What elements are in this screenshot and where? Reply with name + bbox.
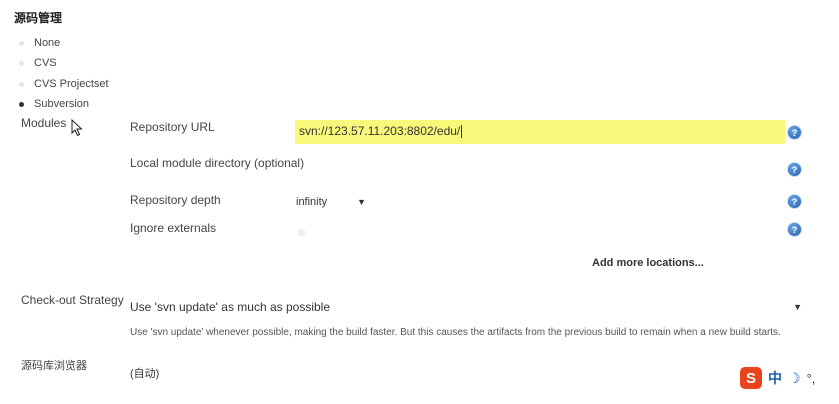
ime-punctuation-icon[interactable]: °, [807, 371, 816, 386]
repository-browser-select[interactable]: (自动) [130, 365, 159, 381]
mouse-cursor-icon [71, 118, 83, 140]
ime-language-toggle[interactable]: 中 [768, 368, 782, 388]
radio-cvs[interactable] [19, 60, 24, 66]
repository-depth-select[interactable]: infinity ▼ [296, 194, 366, 210]
ignore-externals-label: Ignore externals [130, 221, 217, 235]
local-module-directory-label: Local module directory (optional) [130, 156, 305, 170]
section-title: 源码管理 [14, 11, 63, 25]
ime-toolbar[interactable]: S 中 ☽ °, [740, 366, 815, 390]
repository-url-value: svn://123.57.11.203:8802/edu/ [299, 124, 461, 138]
repository-url-input[interactable]: svn://123.57.11.203:8802/edu/ [295, 120, 785, 144]
help-icon[interactable]: ? [788, 195, 801, 208]
scm-option-subversion[interactable]: Subversion [19, 96, 89, 112]
scm-option-cvs-label: CVS [34, 57, 57, 69]
radio-cvs-projectset[interactable] [19, 81, 24, 87]
scm-option-subversion-label: Subversion [34, 98, 90, 110]
checkout-strategy-select[interactable]: Use 'svn update' as much as possible ▼ [130, 298, 802, 316]
scm-option-cvs-projectset[interactable]: CVS Projectset [19, 76, 109, 92]
ime-halfwidth-icon[interactable]: ☽ [788, 370, 801, 387]
repository-url-label: Repository URL [130, 120, 215, 134]
radio-none[interactable] [19, 40, 24, 46]
ime-logo-icon[interactable]: S [740, 367, 762, 389]
dropdown-arrow-icon: ▼ [793, 302, 802, 312]
checkout-strategy-value: Use 'svn update' as much as possible [130, 300, 331, 314]
ignore-externals-checkbox[interactable] [298, 229, 305, 236]
repository-depth-label: Repository depth [130, 193, 221, 207]
help-icon[interactable]: ? [788, 163, 801, 176]
scm-option-none[interactable]: None [19, 35, 60, 51]
checkout-strategy-label: Check-out Strategy [21, 293, 124, 307]
help-icon[interactable]: ? [788, 223, 801, 236]
add-more-locations-button[interactable]: Add more locations... [592, 257, 704, 269]
help-icon[interactable]: ? [788, 126, 801, 139]
dropdown-arrow-icon: ▼ [357, 197, 366, 207]
repository-depth-value: infinity [296, 196, 328, 208]
scm-option-cvs[interactable]: CVS [19, 55, 57, 71]
scm-option-none-label: None [34, 37, 61, 49]
checkout-strategy-description: Use 'svn update' whenever possible, maki… [130, 327, 781, 338]
repository-browser-label: 源码库浏览器 [21, 360, 87, 372]
modules-label: Modules [21, 116, 67, 130]
text-caret [461, 125, 463, 139]
radio-subversion[interactable] [19, 101, 24, 107]
scm-option-cvs-projectset-label: CVS Projectset [34, 78, 109, 90]
